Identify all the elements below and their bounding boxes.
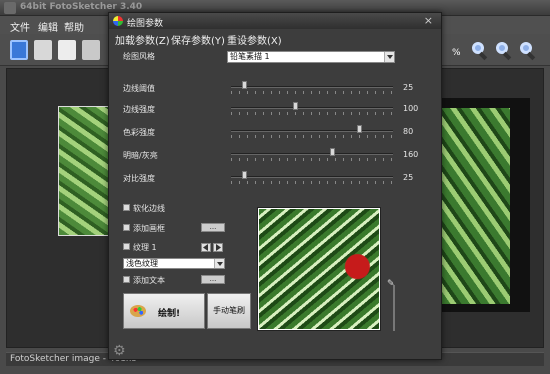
original-image (58, 106, 110, 236)
zoom-in-icon[interactable] (472, 42, 492, 61)
slider-value: 80 (403, 127, 414, 136)
texture-select[interactable]: 浅色纹理 (123, 258, 225, 269)
arrow-right-icon (216, 244, 221, 251)
draw-button-label: 绘制! (158, 309, 181, 319)
draw-button[interactable]: 绘制! (123, 293, 205, 329)
zoom-fit-icon[interactable] (520, 42, 540, 61)
partial-percent: % (452, 48, 461, 58)
open-image-icon[interactable] (10, 40, 28, 60)
slider-track[interactable] (231, 86, 393, 88)
slider-value: 25 (403, 173, 414, 182)
arrow-left-icon (203, 244, 208, 251)
palette-icon (130, 305, 146, 317)
menu-file[interactable]: 文件 (10, 19, 30, 34)
slider-label: 边线强度 (123, 105, 155, 114)
style-label: 绘图风格 (123, 52, 155, 61)
app-icon (4, 2, 16, 14)
slider-thumb[interactable] (329, 148, 335, 156)
slider-label: 边线阈值 (123, 84, 155, 93)
add-frame-label: 添加画框 (133, 224, 165, 233)
result-image (442, 108, 510, 304)
texture-select-value: 浅色纹理 (126, 259, 158, 268)
menu-save-params[interactable]: 保存参数(Y) (171, 32, 225, 47)
menu-edit[interactable]: 编辑 (38, 19, 58, 34)
slider-ticks (231, 181, 393, 184)
slider-thumb[interactable] (293, 102, 298, 110)
texture-prev-button[interactable] (201, 243, 211, 252)
chevron-down-icon[interactable] (214, 259, 224, 268)
texture-next-button[interactable] (213, 243, 223, 252)
soften-edges-checkbox[interactable] (123, 204, 130, 211)
copy-icon[interactable] (58, 40, 76, 60)
slider-label: 色彩强度 (123, 128, 155, 137)
soften-edges-label: 软化边线 (133, 204, 165, 213)
style-select-value: 铅笔素描 1 (230, 52, 270, 61)
save-icon[interactable] (34, 40, 52, 60)
texture-label: 纹理 1 (133, 243, 157, 252)
slider-value: 100 (403, 104, 419, 113)
dialog-titlebar[interactable]: 绘图参数 × (109, 13, 441, 29)
slider-track[interactable] (231, 176, 393, 178)
slider-thumb[interactable] (241, 171, 247, 179)
zoom-out-icon[interactable] (496, 42, 516, 61)
slider-track[interactable] (231, 130, 393, 132)
slider-ticks (231, 91, 393, 94)
paste-icon[interactable] (82, 40, 100, 60)
slider-value: 25 (403, 83, 414, 92)
slider-track[interactable] (231, 107, 393, 109)
drawing-params-dialog: 绘图参数 × 加载参数(Z) 保存参数(Y) 重设参数(X) 绘图风格 铅笔素描… (108, 12, 442, 360)
slider-track[interactable] (231, 153, 393, 155)
frame-browse-button[interactable]: ... (201, 223, 225, 232)
menu-reset-params[interactable]: 重设参数(X) (227, 32, 282, 47)
dialog-title: 绘图参数 (127, 19, 164, 29)
slider-thumb[interactable] (241, 81, 247, 89)
slider-ticks (231, 135, 393, 138)
preview-zoom-slider[interactable] (393, 285, 395, 331)
menu-help[interactable]: 帮助 (64, 19, 84, 34)
preview-image (257, 207, 381, 331)
close-icon[interactable]: × (424, 14, 433, 27)
style-select[interactable]: 铅笔素描 1 (227, 51, 395, 63)
text-browse-button[interactable]: ... (201, 275, 225, 284)
add-text-label: 添加文本 (133, 276, 165, 285)
add-frame-checkbox[interactable] (123, 224, 130, 231)
add-text-checkbox[interactable] (123, 276, 130, 283)
slider-ticks (231, 158, 393, 161)
slider-thumb[interactable] (357, 125, 362, 133)
manual-brush-button[interactable]: 手动笔刷 (207, 293, 251, 329)
menu-load-params[interactable]: 加载参数(Z) (115, 32, 170, 47)
app-title: 64bit FotoSketcher 3.40 (20, 2, 143, 12)
texture-checkbox[interactable] (123, 243, 130, 250)
gear-icon[interactable]: ⚙ (113, 343, 126, 359)
palette-icon (113, 16, 123, 26)
slider-label: 对比强度 (123, 174, 155, 183)
chevron-down-icon[interactable] (384, 52, 394, 62)
slider-label: 明暗/灰亮 (123, 151, 158, 160)
slider-ticks (231, 112, 393, 115)
slider-value: 160 (403, 150, 419, 159)
preview-content (259, 209, 379, 329)
